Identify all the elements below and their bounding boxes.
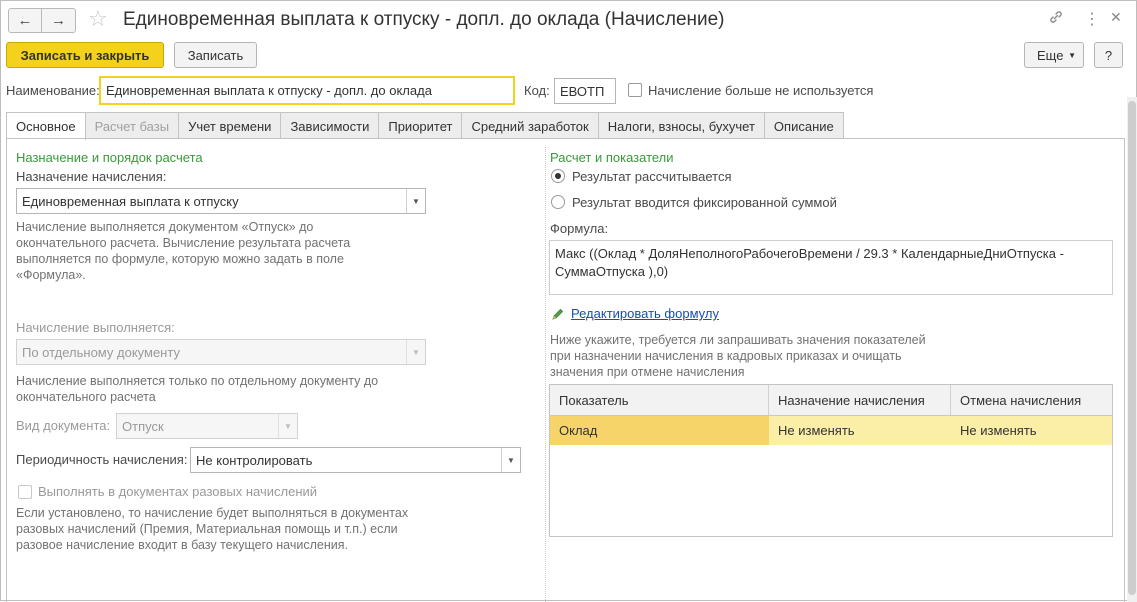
radio-fixed-label: Результат вводится фиксированной суммой (572, 195, 837, 210)
tab-priority[interactable]: Приоритет (378, 112, 463, 139)
tab-taxes[interactable]: Налоги, взносы, бухучет (597, 112, 765, 139)
code-input[interactable]: ЕВОТП (554, 78, 616, 104)
tab-main[interactable]: Основное (6, 112, 86, 140)
right-section-title: Расчет и показатели (550, 150, 674, 165)
tab-time-tracking[interactable]: Учет времени (178, 112, 282, 139)
star-icon[interactable]: ☆ (88, 6, 108, 32)
periodicity-label: Периодичность начисления: (16, 452, 188, 467)
dropdown-arrow-icon: ▼ (406, 340, 425, 364)
executed-note: Начисление выполняется только по отдельн… (16, 374, 379, 404)
periodicity-select-value: Не контролировать (196, 452, 313, 468)
tab-description[interactable]: Описание (763, 112, 844, 139)
column-header-assign[interactable]: Назначение начисления (769, 385, 951, 415)
unused-checkbox[interactable] (628, 83, 642, 97)
purpose-select-value: Единовременная выплата к отпуску (22, 193, 239, 209)
more-button-label: Еще (1037, 47, 1064, 63)
executed-select-value: По отдельному документу (22, 344, 180, 360)
arrow-left-icon: ← (17, 12, 33, 29)
tab-bar: Основное Расчет базы Учет времени Зависи… (6, 112, 844, 140)
radio-calculated[interactable] (551, 169, 565, 183)
save-button[interactable]: Записать (174, 42, 257, 68)
one-time-note: Если установлено, то начисление будет вы… (16, 506, 409, 552)
executed-label: Начисление выполняется: (16, 320, 175, 335)
scrollbar-thumb[interactable] (1128, 101, 1136, 595)
title-bar: ← → ☆ Единовременная выплата к отпуску -… (1, 1, 1136, 39)
indicators-note: Ниже укажите, требуется ли запрашивать з… (550, 333, 926, 379)
name-label: Наименование: (6, 83, 100, 98)
pencil-icon[interactable] (551, 307, 565, 324)
one-time-label: Выполнять в документах разовых начислени… (38, 484, 318, 499)
table-row[interactable]: Оклад Не изменять Не изменять (550, 416, 1112, 445)
purpose-note: Начисление выполняется документом «Отпус… (16, 220, 351, 282)
doc-type-select-value: Отпуск (122, 418, 164, 434)
more-button[interactable]: Еще ▼ (1024, 42, 1084, 68)
link-icon[interactable] (1048, 9, 1064, 29)
tab-average-earnings[interactable]: Средний заработок (461, 112, 599, 139)
radio-calculated-label: Результат рассчитывается (572, 169, 732, 184)
save-and-close-button[interactable]: Записать и закрыть (6, 42, 164, 68)
forward-button[interactable]: → (42, 8, 76, 33)
indicators-table: Показатель Назначение начисления Отмена … (549, 384, 1113, 537)
dropdown-arrow-icon: ▼ (278, 414, 297, 438)
doc-type-select: Отпуск ▼ (116, 413, 298, 439)
unused-label: Начисление больше не используется (648, 83, 874, 98)
formula-label: Формула: (550, 221, 609, 236)
doc-type-label: Вид документа: (16, 418, 111, 433)
form-window: ← → ☆ Единовременная выплата к отпуску -… (0, 0, 1137, 602)
dropdown-arrow-icon[interactable]: ▼ (406, 189, 425, 213)
periodicity-select[interactable]: Не контролировать ▼ (190, 447, 521, 473)
arrow-right-icon: → (51, 12, 66, 29)
one-time-checkbox (18, 485, 32, 499)
window-title: Единовременная выплата к отпуску - допл.… (123, 9, 725, 30)
table-cell-indicator[interactable]: Оклад (550, 416, 769, 445)
left-section-title: Назначение и порядок расчета (16, 150, 203, 165)
column-header-indicator[interactable]: Показатель (550, 385, 769, 415)
name-input[interactable]: Единовременная выплата к отпуску - допл.… (99, 76, 515, 105)
back-button[interactable]: ← (8, 8, 42, 33)
purpose-select[interactable]: Единовременная выплата к отпуску ▼ (16, 188, 426, 214)
edit-formula-link[interactable]: Редактировать формулу (571, 306, 719, 321)
radio-fixed[interactable] (551, 195, 565, 209)
tab-dependencies[interactable]: Зависимости (280, 112, 380, 139)
table-cell-assign[interactable]: Не изменять (769, 416, 951, 445)
close-icon[interactable]: ✕ (1110, 9, 1122, 26)
vertical-scrollbar[interactable] (1127, 97, 1137, 602)
tab-base-calc[interactable]: Расчет базы (84, 112, 180, 139)
code-label: Код: (524, 83, 550, 98)
help-button[interactable]: ? (1094, 42, 1123, 68)
formula-input[interactable]: Макс ((Оклад * ДоляНеполногоРабочегоВрем… (549, 240, 1113, 295)
chevron-down-icon: ▼ (1068, 50, 1076, 60)
dropdown-arrow-icon[interactable]: ▼ (501, 448, 520, 472)
table-header: Показатель Назначение начисления Отмена … (550, 385, 1112, 416)
purpose-label: Назначение начисления: (16, 169, 167, 184)
more-vert-icon[interactable]: ⋮ (1084, 9, 1100, 29)
column-header-cancel[interactable]: Отмена начисления (951, 385, 1113, 415)
column-divider (545, 147, 546, 602)
table-cell-cancel[interactable]: Не изменять (951, 416, 1113, 445)
executed-select: По отдельному документу ▼ (16, 339, 426, 365)
